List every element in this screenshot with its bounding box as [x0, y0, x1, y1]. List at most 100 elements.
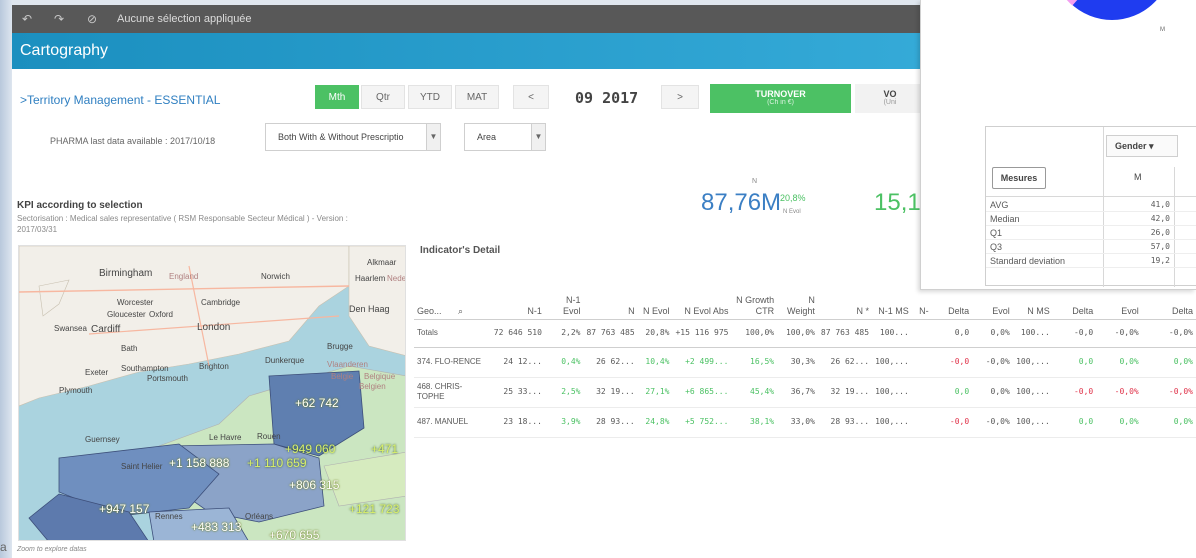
- table-row[interactable]: 487. MANUEL 23 18... 3,9% 28 93... 24,8%…: [414, 407, 1196, 438]
- kpi-title: KPI according to selection: [17, 200, 143, 211]
- stat-value: 57,0: [1150, 242, 1170, 251]
- map-data-label: +483 313: [191, 520, 242, 534]
- column-header[interactable]: N *: [817, 263, 873, 320]
- table-cell: -0,0: [1052, 377, 1097, 408]
- chevron-down-icon: ▼: [426, 124, 440, 150]
- volume-label: VO: [883, 89, 897, 99]
- table-cell: 100,...: [1012, 407, 1053, 438]
- territory-map[interactable]: Birmingham England Norwich Worcester Cam…: [18, 245, 406, 541]
- kpi-subtitle: Sectorisation : Medical sales representa…: [17, 214, 348, 234]
- tab-mth[interactable]: Mth: [315, 85, 359, 109]
- column-header[interactable]: N Growth CTR: [731, 263, 778, 320]
- donut-segment-m: [1067, 0, 1157, 20]
- table-cell: 24,8%: [637, 407, 673, 438]
- table-cell: 25 33...: [490, 377, 545, 408]
- tab-ytd[interactable]: YTD: [408, 85, 452, 109]
- sheet-title: Cartography: [20, 42, 109, 59]
- volume-sub: (Uni: [883, 99, 897, 106]
- map-label: Den Haag: [349, 304, 390, 314]
- table-cell: 24 12...: [490, 347, 545, 378]
- table-cell: 100...: [1012, 319, 1053, 348]
- column-header[interactable]: N-1: [490, 263, 545, 320]
- turnover-button[interactable]: TURNOVER (Ch in €): [710, 84, 851, 113]
- stat-label: Median: [990, 214, 1020, 224]
- gender-donut-chart: [1066, 0, 1157, 20]
- pharma-last-data: PHARMA last data available : 2017/10/18: [50, 136, 216, 146]
- table-cell: -0,0: [931, 347, 973, 378]
- table-cell: 0,0%: [1096, 347, 1142, 378]
- table-cell: 0,4%: [544, 347, 584, 378]
- column-header[interactable]: N Evol: [637, 263, 673, 320]
- column-header[interactable]: N-1 MS: [872, 263, 912, 320]
- stat-label: Q1: [990, 228, 1003, 238]
- table-cell: 0,0: [931, 319, 973, 348]
- table-row[interactable]: 468. CHRIS-TOPHE 25 33... 2,5% 32 19... …: [414, 377, 1196, 408]
- geo-cell[interactable]: 468. CHRIS-TOPHE: [414, 377, 491, 408]
- next-period-button[interactable]: >: [661, 85, 699, 109]
- kpi-second-value: 15,1: [874, 189, 921, 216]
- kpi-n-label: N: [752, 178, 758, 185]
- table-row[interactable]: 374. FLO-RENCE 24 12... 0,4% 26 62... 10…: [414, 347, 1196, 378]
- map-label: Belgie: [331, 372, 354, 381]
- desktop-background-strip: [0, 0, 12, 558]
- map-label: Birmingham: [99, 268, 153, 279]
- back-icon[interactable]: ↶: [20, 12, 34, 26]
- map-label: Portsmouth: [147, 374, 188, 383]
- table-cell: 10,4%: [637, 347, 673, 378]
- search-icon[interactable]: ⌕: [458, 306, 463, 316]
- map-label: Gloucester: [107, 310, 146, 319]
- map-label: Bath: [121, 344, 138, 353]
- stat-value: 41,0: [1150, 200, 1170, 209]
- table-cell: -0,0: [1052, 319, 1097, 348]
- table-cell: 45,4%: [731, 377, 778, 408]
- column-header[interactable]: N: [583, 263, 638, 320]
- map-label: Rennes: [155, 512, 183, 521]
- chevron-down-icon: ▼: [531, 124, 545, 150]
- table-cell: 0,0: [1052, 407, 1097, 438]
- tab-qtr[interactable]: Qtr: [361, 85, 405, 109]
- detail-title: Indicator's Detail: [420, 245, 501, 256]
- gender-label: Gender: [1115, 141, 1147, 151]
- kpi-n-evol-label: N Evol: [783, 209, 801, 215]
- map-label: Alkmaar: [367, 258, 397, 267]
- territory-link[interactable]: >Territory Management - ESSENTIAL: [20, 93, 220, 107]
- column-header[interactable]: N Weight: [777, 263, 818, 320]
- map-label: England: [169, 272, 199, 281]
- prescription-dropdown[interactable]: Both With & Without Prescriptio ▼: [265, 123, 441, 151]
- gender-dimension-button[interactable]: Gender ▾: [1106, 135, 1178, 157]
- table-cell: -0,0%: [972, 347, 1013, 378]
- table-cell: -0,0%: [1096, 319, 1142, 348]
- map-label: Belgique: [364, 372, 396, 381]
- column-header[interactable]: N-1 Evol: [544, 263, 584, 320]
- tab-mat[interactable]: MAT: [455, 85, 499, 109]
- geo-cell[interactable]: 374. FLO-RENCE: [414, 347, 491, 378]
- stat-label: Q3: [990, 242, 1003, 252]
- column-header-m: M: [1134, 172, 1142, 182]
- mesures-button[interactable]: Mesures: [992, 167, 1046, 189]
- table-cell: 0,0%: [1141, 347, 1196, 378]
- map-data-label: +471: [371, 442, 399, 456]
- table-cell: 32 19...: [817, 377, 873, 408]
- clear-selections-icon[interactable]: ⊘: [85, 12, 99, 26]
- map-label: Dunkerque: [265, 356, 305, 365]
- column-header[interactable]: N Evol Abs: [672, 263, 732, 320]
- stat-row: AVG 41,0: [986, 199, 1196, 212]
- forward-icon[interactable]: ↷: [52, 12, 66, 26]
- column-header-geo[interactable]: Geo... ⌕: [414, 263, 491, 320]
- turnover-sub: (Ch in €): [767, 99, 794, 106]
- table-cell: 100,...: [1012, 347, 1053, 378]
- table-cell: 100,...: [872, 377, 912, 408]
- geo-cell[interactable]: 487. MANUEL: [414, 407, 491, 438]
- table-cell: 20,8%: [637, 319, 673, 348]
- volume-button[interactable]: VO (Uni: [855, 84, 925, 113]
- map-label: Rouen: [257, 432, 281, 441]
- period-display: 09 2017: [575, 89, 639, 107]
- table-cell: -0,0: [931, 407, 973, 438]
- prev-period-button[interactable]: <: [513, 85, 549, 109]
- table-cell: [911, 347, 932, 378]
- map-data-label: +806 315: [289, 478, 340, 492]
- table-cell: 2,5%: [544, 377, 584, 408]
- map-label: Exeter: [85, 368, 109, 377]
- table-cell: [911, 319, 932, 348]
- area-dropdown[interactable]: Area ▼: [464, 123, 546, 151]
